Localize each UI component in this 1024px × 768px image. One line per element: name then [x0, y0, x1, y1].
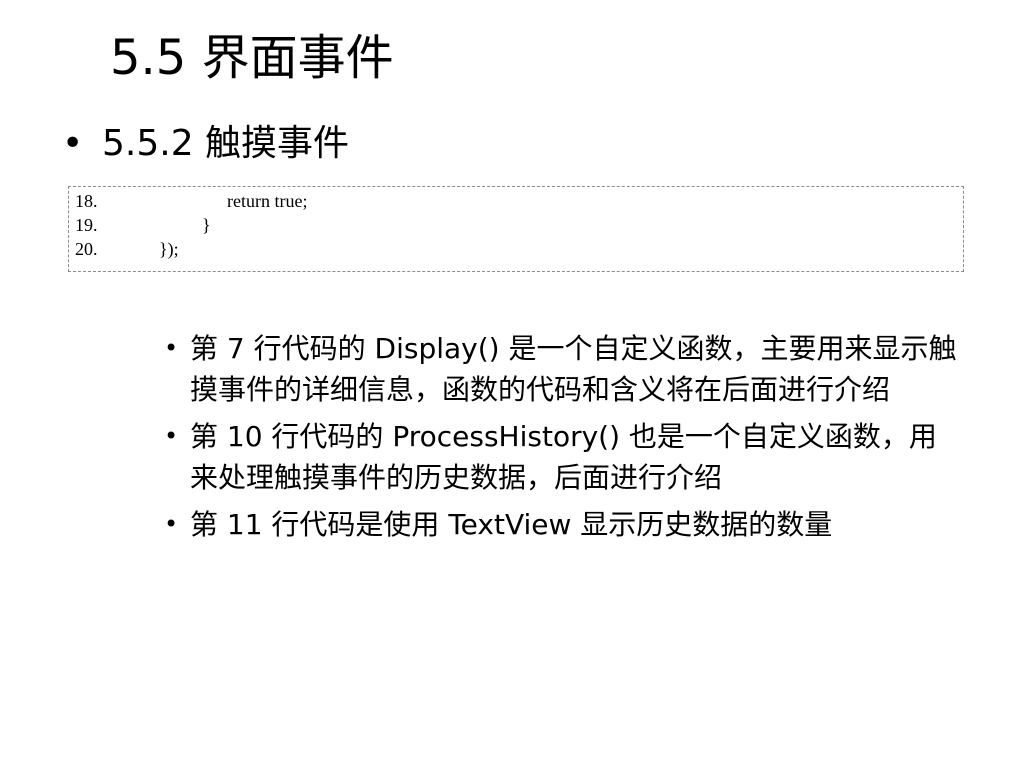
- slide-title: 5.5 界面事件: [110, 30, 394, 86]
- section-heading-text: 5.5.2 触摸事件: [102, 123, 350, 164]
- list-item: 第 11 行代码是使用 TextView 显示历史数据的数量: [164, 504, 964, 545]
- code-line: 20. });: [75, 237, 957, 261]
- line-number: 20.: [75, 239, 98, 259]
- line-number: 18.: [75, 191, 98, 211]
- code-snippet: 18. return true; 19. } 20. });: [68, 186, 964, 272]
- list-item: 第 10 行代码的 ProcessHistory() 也是一个自定义函数，用来处…: [164, 416, 964, 498]
- line-code: });: [159, 239, 179, 259]
- code-line: 19. }: [75, 213, 957, 237]
- list-item: 第 7 行代码的 Display() 是一个自定义函数，主要用来显示触摸事件的详…: [164, 328, 964, 410]
- bullet-marker: •: [62, 123, 84, 164]
- section-heading: • 5.5.2 触摸事件: [62, 122, 349, 165]
- line-number: 19.: [75, 215, 98, 235]
- line-code: return true;: [227, 191, 308, 211]
- line-code: }: [202, 215, 211, 235]
- explanation-list: 第 7 行代码的 Display() 是一个自定义函数，主要用来显示触摸事件的详…: [164, 328, 964, 551]
- code-line: 18. return true;: [75, 189, 957, 213]
